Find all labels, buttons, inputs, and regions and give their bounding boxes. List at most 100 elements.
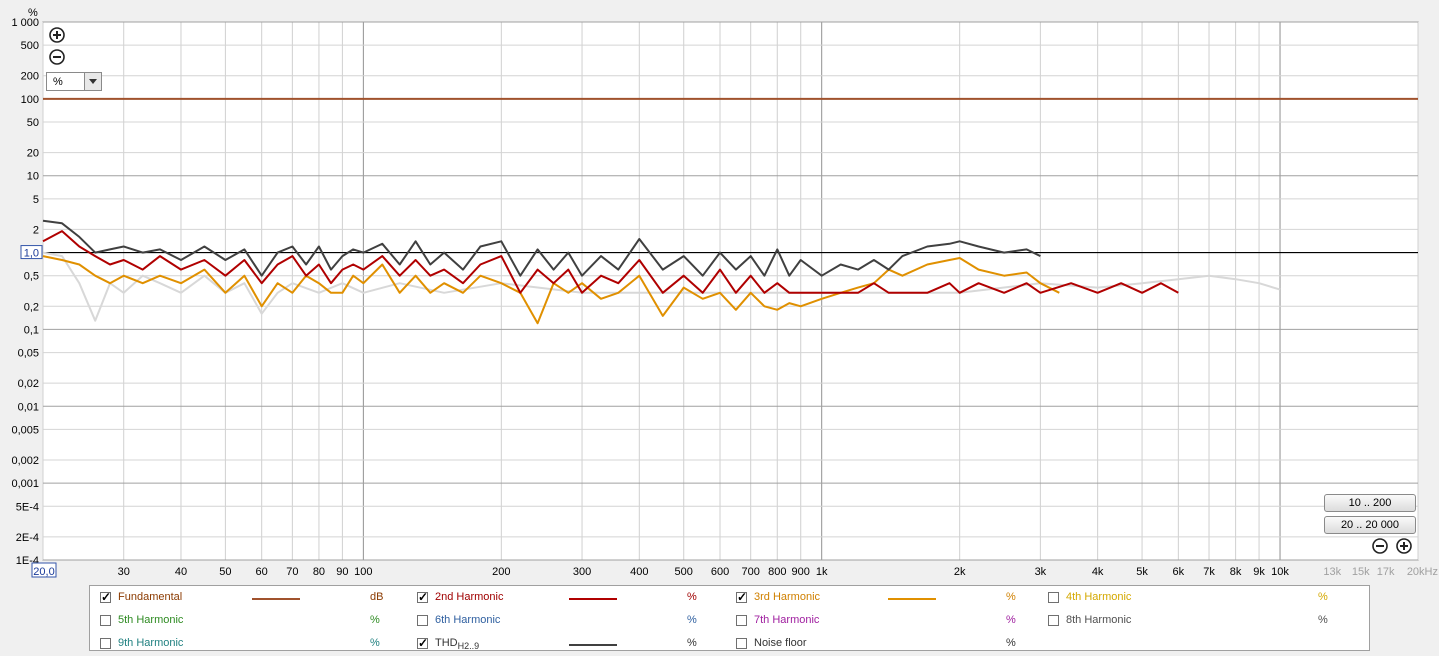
legend-item-7th-harmonic[interactable]: 7th Harmonic% xyxy=(736,613,1036,633)
x-tick-label: 800 xyxy=(768,566,786,578)
y-tick-labels: 1 000500200100502010521,00,50,20,10,050,… xyxy=(11,17,43,567)
legend-line-swatch xyxy=(569,644,617,646)
legend-item-8th-harmonic[interactable]: 8th Harmonic% xyxy=(1048,613,1348,633)
legend-label: 8th Harmonic xyxy=(1066,614,1132,626)
legend-unit[interactable]: % xyxy=(1006,614,1016,626)
legend-item-fundamental[interactable]: Fundamental dB xyxy=(100,590,400,610)
legend-unit[interactable]: % xyxy=(1006,637,1016,649)
x-tick-label: 13k xyxy=(1323,566,1341,578)
x-tick-label: 20kHz xyxy=(1407,566,1438,578)
y-tick-label: 2E-4 xyxy=(16,532,39,544)
y-tick-label: 0,1 xyxy=(24,324,39,336)
x-tick-label: 500 xyxy=(675,566,693,578)
y-tick-label: 0,005 xyxy=(11,424,39,436)
x-tick-label: 300 xyxy=(573,566,591,578)
legend-line-swatch xyxy=(252,598,300,600)
legend-unit[interactable]: % xyxy=(1318,614,1328,626)
x-tick-label: 10k xyxy=(1271,566,1289,578)
legend-checkbox[interactable] xyxy=(100,615,111,626)
legend-label-sub: H2..9 xyxy=(457,641,480,652)
x-tick-label: 100 xyxy=(354,566,372,578)
x-tick-label: 5k xyxy=(1136,566,1148,578)
x-tick-label: 50 xyxy=(219,566,231,578)
legend-unit[interactable]: % xyxy=(370,614,380,626)
legend-checkbox[interactable] xyxy=(100,590,111,604)
legend-unit[interactable]: % xyxy=(687,614,697,626)
thd-chart[interactable]: 1 000500200100502010521,00,50,20,10,050,… xyxy=(0,0,1439,585)
y-tick-label: 0,05 xyxy=(18,348,39,360)
legend-line-swatch xyxy=(888,598,936,600)
legend-unit[interactable]: % xyxy=(1318,591,1328,603)
legend-item-3rd-harmonic[interactable]: 3rd Harmonic% xyxy=(736,590,1036,610)
x-tick-label: 8k xyxy=(1230,566,1242,578)
legend-item-5th-harmonic[interactable]: 5th Harmonic% xyxy=(100,613,400,633)
legend-checkbox[interactable] xyxy=(417,615,428,626)
y-tick-label: 0,002 xyxy=(11,455,39,467)
y-tick-label: 1,0 xyxy=(24,248,39,260)
legend-checkbox[interactable] xyxy=(736,590,747,604)
legend-unit[interactable]: % xyxy=(687,637,697,649)
y-tick-label: 0,01 xyxy=(18,401,39,413)
zoom-in-icon[interactable] xyxy=(49,27,65,43)
x-tick-label: 9k xyxy=(1253,566,1265,578)
x-tick-label: 40 xyxy=(175,566,187,578)
x-tick-label: 200 xyxy=(492,566,510,578)
range-10-200-button[interactable]: 10 .. 200 xyxy=(1324,494,1416,512)
legend-unit[interactable]: % xyxy=(1006,591,1016,603)
legend-item-thd[interactable]: THDH2..9% xyxy=(417,636,717,656)
legend-item-6th-harmonic[interactable]: 6th Harmonic% xyxy=(417,613,717,633)
legend-checkbox[interactable] xyxy=(100,638,111,649)
legend-label: 6th Harmonic xyxy=(435,614,501,626)
y-tick-label: 5E-4 xyxy=(16,501,39,513)
x-tick-label: 900 xyxy=(792,566,810,578)
legend-panel: FundamentaldB2nd Harmonic%3rd Harmonic%4… xyxy=(89,585,1370,651)
legend-unit[interactable]: dB xyxy=(370,591,383,603)
y-tick-label: 0,02 xyxy=(18,378,39,390)
x-tick-label: 600 xyxy=(711,566,729,578)
range-20-20000-button[interactable]: 20 .. 20 000 xyxy=(1324,516,1416,534)
zoom-out-icon[interactable] xyxy=(49,49,65,65)
legend-label: Noise floor xyxy=(754,637,807,649)
legend-checkbox[interactable] xyxy=(1048,592,1059,603)
legend-checkbox[interactable] xyxy=(417,590,428,604)
unit-select[interactable]: % xyxy=(46,72,102,91)
legend-item-4th-harmonic[interactable]: 4th Harmonic% xyxy=(1048,590,1348,610)
legend-unit[interactable]: % xyxy=(370,637,380,649)
x-tick-label: 70 xyxy=(286,566,298,578)
x-tick-label: 30 xyxy=(118,566,130,578)
legend-label: 3rd Harmonic xyxy=(754,591,821,603)
legend-item-noise-floor[interactable]: Noise floor% xyxy=(736,636,1036,656)
legend-checkbox[interactable] xyxy=(417,636,428,650)
chevron-down-icon[interactable] xyxy=(84,73,101,90)
y-tick-label: 20 xyxy=(27,148,39,160)
x-tick-label: 400 xyxy=(630,566,648,578)
legend-label: 9th Harmonic xyxy=(118,637,184,649)
legend-item-2nd-harmonic[interactable]: 2nd Harmonic% xyxy=(417,590,717,610)
legend-unit[interactable]: % xyxy=(687,591,697,603)
legend-label: 7th Harmonic xyxy=(754,614,820,626)
x-tick-label: 700 xyxy=(742,566,760,578)
legend-checkbox[interactable] xyxy=(1048,615,1059,626)
legend-label: 2nd Harmonic xyxy=(435,591,504,603)
x-tick-label: 6k xyxy=(1173,566,1185,578)
y-tick-label: 10 xyxy=(27,171,39,183)
x-tick-label: 80 xyxy=(313,566,325,578)
x-tick-label: 60 xyxy=(256,566,268,578)
y-tick-label: 500 xyxy=(21,40,39,52)
legend-label: 4th Harmonic xyxy=(1066,591,1132,603)
x-tick-label: 90 xyxy=(336,566,348,578)
legend-checkbox[interactable] xyxy=(736,615,747,626)
y-tick-label: 50 xyxy=(27,117,39,129)
x-zoom-in-icon[interactable] xyxy=(1396,538,1412,554)
x-tick-label: 1k xyxy=(816,566,828,578)
x-tick-label: 3k xyxy=(1035,566,1047,578)
x-zoom-out-icon[interactable] xyxy=(1372,538,1388,554)
x-tick-label: 7k xyxy=(1203,566,1215,578)
legend-checkbox[interactable] xyxy=(736,638,747,649)
y-tick-label: 2 xyxy=(33,224,39,236)
x-tick-label: 15k xyxy=(1352,566,1370,578)
x-tick-label: 17k xyxy=(1377,566,1395,578)
y-tick-label: 0,001 xyxy=(11,478,39,490)
x-tick-labels: 20,0 30 40 50 60 70 80 90 100 200 300 400 500 600 700 8… xyxy=(31,562,1438,578)
legend-item-9th-harmonic[interactable]: 9th Harmonic% xyxy=(100,636,400,656)
